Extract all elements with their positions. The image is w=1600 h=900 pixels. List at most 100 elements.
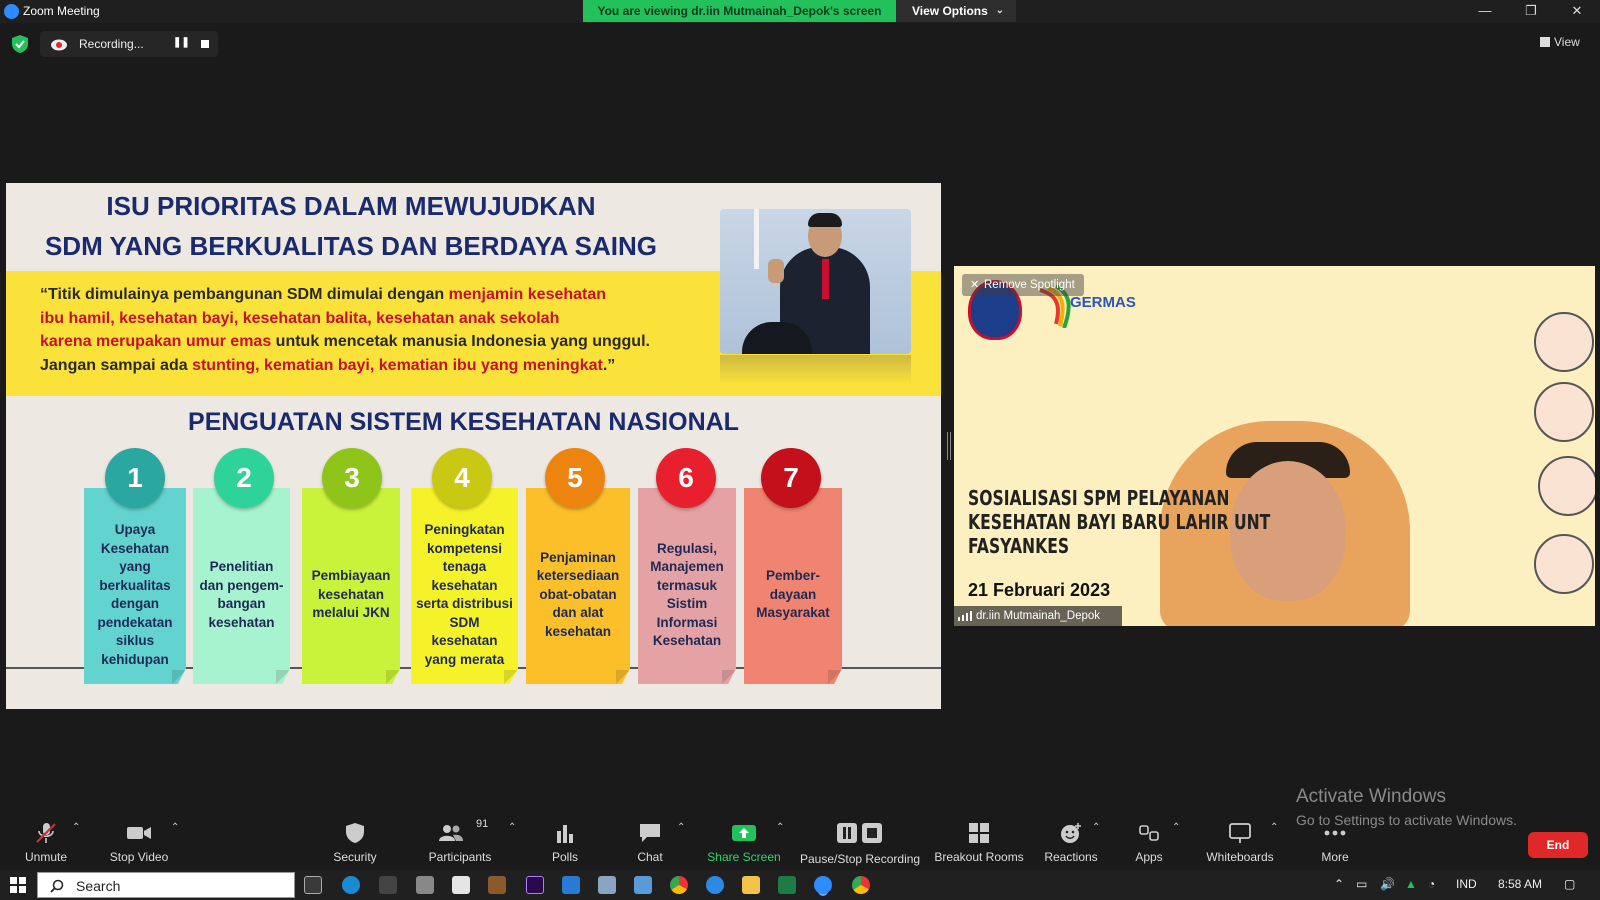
- windows-start-icon[interactable]: [10, 877, 26, 893]
- video-options-caret[interactable]: ⌃: [171, 810, 183, 870]
- excel-icon[interactable]: [778, 876, 796, 894]
- participants-button[interactable]: 91 Participants: [424, 810, 496, 870]
- zoom-taskbar-icon[interactable]: [814, 876, 832, 894]
- participants-count: 91: [476, 818, 489, 830]
- reactions-options-caret[interactable]: ⌃: [1092, 810, 1104, 870]
- chevron-up-icon: ⌃: [508, 822, 517, 833]
- volume-icon[interactable]: 🔊: [1380, 877, 1395, 891]
- spotlight-video[interactable]: GERMAS ✕ Remove Spotlight SOSIALISASI SP…: [954, 266, 1595, 626]
- pillar-text: Upaya Kesehatan yang berkualitas dengan …: [97, 522, 173, 667]
- pillar-number: 4: [432, 448, 492, 508]
- breakout-rooms-button[interactable]: Breakout Rooms: [934, 810, 1024, 870]
- quote-segment: karena merupakan umur emas: [40, 333, 272, 350]
- wifi-icon[interactable]: ◔: [1428, 877, 1435, 891]
- polls-bar-chart-icon: [557, 825, 573, 843]
- view-grid-icon: [1540, 37, 1550, 47]
- task-view-icon[interactable]: [304, 876, 322, 894]
- unmute-button[interactable]: Unmute: [16, 810, 76, 870]
- paint-app-icon[interactable]: [488, 876, 506, 894]
- pillar-text: Regulasi, Manajemen termasuk Sistim Info…: [650, 540, 724, 649]
- apps-icon: [1139, 825, 1159, 841]
- video-camera-icon: [127, 827, 151, 839]
- quote-line: “Titik dimulainya pembangunan SDM dimula…: [40, 283, 700, 307]
- signal-bars-icon: [958, 611, 972, 621]
- clock-time[interactable]: 8:58 AM: [1498, 877, 1542, 891]
- apps-button[interactable]: Apps: [1126, 810, 1172, 870]
- printer-app-icon[interactable]: [416, 876, 434, 894]
- close-icon: ✕: [970, 279, 980, 291]
- whiteboards-options-caret[interactable]: ⌃: [1270, 810, 1282, 870]
- language-indicator[interactable]: IND: [1456, 877, 1477, 891]
- mail-icon[interactable]: [562, 876, 580, 894]
- pillar-card: Pember-dayaan Masyarakat: [744, 488, 842, 684]
- premiere-pro-icon[interactable]: [526, 876, 544, 894]
- chrome-icon-2[interactable]: [852, 876, 870, 894]
- chrome-icon[interactable]: [670, 876, 688, 894]
- pillar-text: Pembiayaan kesehatan melalui JKN: [311, 568, 391, 621]
- quote-segment: “Titik dimulainya pembangunan SDM dimula…: [40, 286, 449, 303]
- cloud-recording-icon: [51, 39, 67, 51]
- share-screen-button[interactable]: Share Screen: [706, 810, 782, 870]
- participants-options-caret[interactable]: ⌃: [508, 810, 520, 870]
- stop-recording-icon[interactable]: [201, 40, 209, 48]
- pillar-number: 3: [322, 448, 382, 508]
- title-bar: Zoom Meeting You are viewing dr.iin Mutm…: [0, 0, 1600, 23]
- stop-video-button[interactable]: Stop Video: [104, 810, 174, 870]
- edge-browser-icon[interactable]: [342, 876, 360, 894]
- slide-title-line1: ISU PRIORITAS DALAM MEWUJUDKAN: [106, 191, 596, 221]
- meeting-toolbar: Unmute ⌃ Stop Video ⌃ Security 91 Partic…: [0, 810, 1600, 870]
- pillar-card: Regulasi, Manajemen termasuk Sistim Info…: [638, 488, 736, 684]
- president-photo: [720, 209, 911, 354]
- internet-explorer-icon[interactable]: [706, 876, 724, 894]
- pause-stop-recording-button[interactable]: Pause/Stop Recording: [800, 810, 920, 870]
- pause-recording-icon[interactable]: ❚❚: [173, 37, 190, 48]
- view-options-label: View Options: [912, 4, 988, 18]
- whiteboards-button[interactable]: Whiteboards: [1200, 810, 1280, 870]
- more-button[interactable]: More: [1310, 810, 1360, 870]
- section-title-text: PENGUATAN SISTEM KESEHATAN NASIONAL: [188, 408, 739, 436]
- zoom-logo-icon: [4, 4, 19, 19]
- video-date: 21 Februari 2023: [968, 580, 1111, 600]
- quote-line: karena merupakan umur emas untuk menceta…: [40, 330, 700, 354]
- pillar-card: Pembiayaan kesehatan melalui JKN: [302, 488, 400, 684]
- president-quote: “Titik dimulainya pembangunan SDM dimula…: [40, 283, 700, 377]
- remove-spotlight-button[interactable]: ✕ Remove Spotlight: [962, 274, 1084, 296]
- notepad-icon[interactable]: [634, 876, 652, 894]
- more-dots-icon: [1324, 830, 1346, 836]
- security-button[interactable]: Security: [322, 810, 388, 870]
- taskbar-search-input[interactable]: Search: [37, 872, 295, 898]
- photos-app-icon[interactable]: [598, 876, 616, 894]
- chat-options-caret[interactable]: ⌃: [677, 810, 689, 870]
- pillar-text: Pember-dayaan Masyarakat: [756, 568, 830, 621]
- quote-segment: stunting, kematian bayi, kematian ibu ya…: [192, 356, 603, 374]
- chevron-up-icon: ⌃: [1172, 822, 1181, 833]
- store-icon[interactable]: [452, 876, 470, 894]
- end-meeting-button[interactable]: End: [1528, 832, 1588, 858]
- share-options-caret[interactable]: ⌃: [776, 810, 788, 870]
- audio-options-caret[interactable]: ⌃: [72, 810, 84, 870]
- quote-line: ibu hamil, kesehatan bayi, kesehatan bal…: [40, 307, 700, 331]
- germas-brand: GERMAS: [1070, 294, 1136, 311]
- participant-nameplate: dr.iin Mutmainah_Depok: [954, 606, 1122, 626]
- participant-name: dr.iin Mutmainah_Depok: [976, 610, 1101, 622]
- minimize-button[interactable]: —: [1462, 0, 1508, 23]
- app-tray-icon[interactable]: ▲: [1405, 877, 1417, 891]
- file-explorer-icon[interactable]: [742, 876, 760, 894]
- view-options-button[interactable]: View Options ⌄: [896, 0, 1016, 22]
- resize-handle[interactable]: [947, 432, 951, 460]
- chat-button[interactable]: Chat: [626, 810, 674, 870]
- notifications-icon[interactable]: ▢: [1564, 877, 1575, 891]
- share-screen-arrow-icon: [732, 825, 756, 841]
- apps-options-caret[interactable]: ⌃: [1172, 810, 1184, 870]
- view-label: View: [1554, 35, 1580, 49]
- chevron-up-icon: ⌃: [72, 822, 81, 833]
- battery-icon[interactable]: ▭: [1356, 877, 1367, 891]
- restore-button[interactable]: ❐: [1508, 0, 1554, 23]
- polls-button[interactable]: Polls: [540, 810, 590, 870]
- view-button[interactable]: View: [1540, 35, 1580, 49]
- close-button[interactable]: ✕: [1554, 0, 1600, 23]
- window-title: Zoom Meeting: [23, 4, 100, 18]
- media-player-icon[interactable]: [379, 876, 397, 894]
- encryption-shield-icon[interactable]: [12, 35, 28, 53]
- chevron-up-icon[interactable]: ⌃: [1334, 877, 1344, 891]
